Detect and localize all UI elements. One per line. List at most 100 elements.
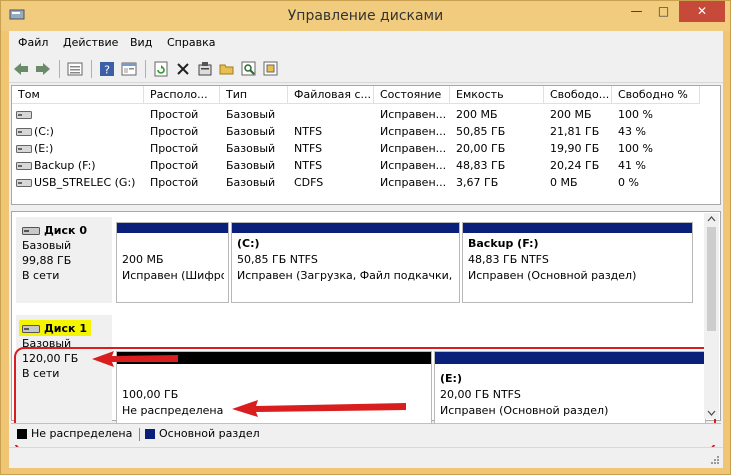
- primary-partition-bar: [463, 223, 692, 233]
- cell-status: Исправен...: [380, 125, 447, 138]
- legend-unallocated-label: Не распределена: [31, 427, 133, 440]
- column-header-status[interactable]: Состояние: [374, 86, 450, 104]
- cell-volume: Backup (F:): [34, 159, 96, 172]
- toolbar-separator: [91, 60, 92, 78]
- cell-filesystem: [288, 106, 374, 123]
- maximize-button[interactable]: □: [650, 1, 677, 22]
- cell-percent-free: 43 %: [618, 125, 646, 138]
- scrollbar-thumb[interactable]: [707, 227, 716, 331]
- cell-percent-free: 100 %: [618, 142, 653, 155]
- menu-file[interactable]: Файл: [18, 36, 48, 49]
- legend-unallocated-swatch: [17, 429, 27, 439]
- disk-icon: [22, 227, 40, 235]
- disk-0-partition-recovery[interactable]: 200 МБ Исправен (Шифро: [116, 222, 229, 303]
- column-header-percent-free[interactable]: Свободно %: [612, 86, 700, 104]
- scroll-down-icon[interactable]: [704, 407, 719, 419]
- primary-partition-bar: [232, 223, 459, 233]
- table-row[interactable]: Backup (F:) Простой Базовый NTFS Исправен...…: [12, 157, 700, 174]
- disk-0-name: Диск 0: [44, 224, 87, 237]
- legend-bar: Не распределена Основной раздел: [11, 423, 721, 445]
- cell-filesystem: NTFS: [294, 142, 323, 155]
- cell-free-space: 19,90 ГБ: [550, 142, 600, 155]
- menu-action[interactable]: Действие: [63, 36, 118, 49]
- column-header-type[interactable]: Тип: [220, 86, 288, 104]
- menu-view[interactable]: Вид: [130, 36, 152, 49]
- folder-open-icon[interactable]: [217, 59, 237, 79]
- disk-icon: [22, 325, 40, 333]
- cell-type: Базовый: [226, 125, 276, 138]
- properties-icon[interactable]: [195, 59, 215, 79]
- cell-volume: [28, 106, 144, 123]
- table-row[interactable]: USB_STRELEC (G:) Простой Базовый CDFS Исправ…: [12, 174, 700, 191]
- vertical-scrollbar[interactable]: [704, 213, 719, 419]
- minimize-button[interactable]: —: [623, 1, 650, 22]
- column-header-layout[interactable]: Располо...: [144, 86, 220, 104]
- disk-0-partition-c[interactable]: (C:) 50,85 ГБ NTFS Исправен (Загрузка, Ф…: [231, 222, 460, 303]
- cell-volume: (E:): [34, 142, 54, 155]
- properties-list-icon[interactable]: [65, 59, 85, 79]
- annotation-arrow-unallocated: [232, 400, 406, 417]
- table-row[interactable]: (C:) Простой Базовый NTFS Исправен... 50,85 Г…: [12, 123, 700, 140]
- back-arrow-icon[interactable]: [11, 59, 31, 79]
- partition-size: 200 МБ: [122, 253, 164, 266]
- cell-status: Исправен...: [380, 108, 447, 121]
- cell-capacity: 50,85 ГБ: [456, 125, 506, 138]
- cell-volume: USB_STRELEC (G:): [34, 176, 136, 189]
- settings-icon[interactable]: [261, 59, 281, 79]
- cell-free-space: 21,81 ГБ: [550, 125, 600, 138]
- help-question-icon[interactable]: ?: [97, 59, 117, 79]
- cell-layout: Простой: [150, 142, 199, 155]
- cell-capacity: 20,00 ГБ: [456, 142, 506, 155]
- title-bar[interactable]: Управление дисками — □ ✕: [1, 1, 730, 31]
- search-icon[interactable]: [239, 59, 259, 79]
- disk-graph-pane: Диск 0 Базовый 99,88 ГБ В сети 200 МБ Ис…: [11, 211, 721, 451]
- close-button[interactable]: ✕: [679, 1, 725, 22]
- refresh-icon[interactable]: [151, 59, 171, 79]
- cell-filesystem: CDFS: [294, 176, 324, 189]
- cell-layout: Простой: [150, 176, 199, 189]
- partition-title: Backup (F:): [468, 237, 539, 250]
- svg-text:?: ?: [104, 64, 110, 77]
- disk-0-label[interactable]: Диск 0 Базовый 99,88 ГБ В сети: [16, 217, 112, 303]
- partition-status: Исправен (Основной раздел): [468, 269, 637, 282]
- cell-capacity: 200 МБ: [456, 108, 498, 121]
- disk-0-partition-f[interactable]: Backup (F:) 48,83 ГБ NTFS Исправен (Осно…: [462, 222, 693, 303]
- cell-type: Базовый: [226, 142, 276, 155]
- annotation-arrow-disk: [92, 351, 178, 367]
- disk-management-window: Управление дисками — □ ✕ Файл Действие В…: [0, 0, 731, 475]
- cell-capacity: 3,67 ГБ: [456, 176, 499, 189]
- toolbar: ?: [9, 55, 723, 83]
- legend-primary-label: Основной раздел: [159, 427, 260, 440]
- delete-icon[interactable]: [173, 59, 193, 79]
- forward-arrow-icon[interactable]: [33, 59, 53, 79]
- cell-type: Базовый: [226, 176, 276, 189]
- cell-status: Исправен...: [380, 159, 447, 172]
- menu-help[interactable]: Справка: [167, 36, 215, 49]
- resize-grip-icon[interactable]: [710, 455, 720, 465]
- primary-partition-bar: [117, 223, 228, 233]
- client-area: Файл Действие Вид Справка ? Том Располо.…: [9, 31, 723, 468]
- column-header-volume[interactable]: Том: [12, 86, 144, 104]
- toolbar-separator: [145, 60, 146, 78]
- table-row[interactable]: Простой Базовый Исправен... 200 МБ 200 МБ 100…: [12, 106, 700, 123]
- column-header-free-space[interactable]: Свободо...: [544, 86, 612, 104]
- toolbar-separator: [59, 60, 60, 78]
- scroll-up-icon[interactable]: [704, 213, 719, 225]
- cell-free-space: 0 МБ: [550, 176, 578, 189]
- status-bar: [9, 447, 723, 468]
- legend-primary-swatch: [145, 429, 155, 439]
- cell-free-space: 200 МБ: [550, 108, 592, 121]
- partition-status: Исправен (Шифро: [122, 269, 224, 282]
- cell-layout: Простой: [150, 125, 199, 138]
- cell-type: Базовый: [226, 108, 276, 121]
- partition-status: Исправен (Загрузка, Файл подкачки, Ав: [237, 269, 455, 282]
- column-header-filesystem[interactable]: Файловая с...: [288, 86, 374, 104]
- help-pane-icon[interactable]: [119, 59, 139, 79]
- column-header-capacity[interactable]: Емкость: [450, 86, 544, 104]
- partition-title: (C:): [237, 237, 260, 250]
- disk-1-name: Диск 1: [44, 322, 87, 335]
- table-row[interactable]: (E:) Простой Базовый NTFS Исправен... 20,00 Г…: [12, 140, 700, 157]
- legend-separator: [139, 428, 140, 441]
- cell-layout: Простой: [150, 159, 199, 172]
- cell-status: Исправен...: [380, 176, 447, 189]
